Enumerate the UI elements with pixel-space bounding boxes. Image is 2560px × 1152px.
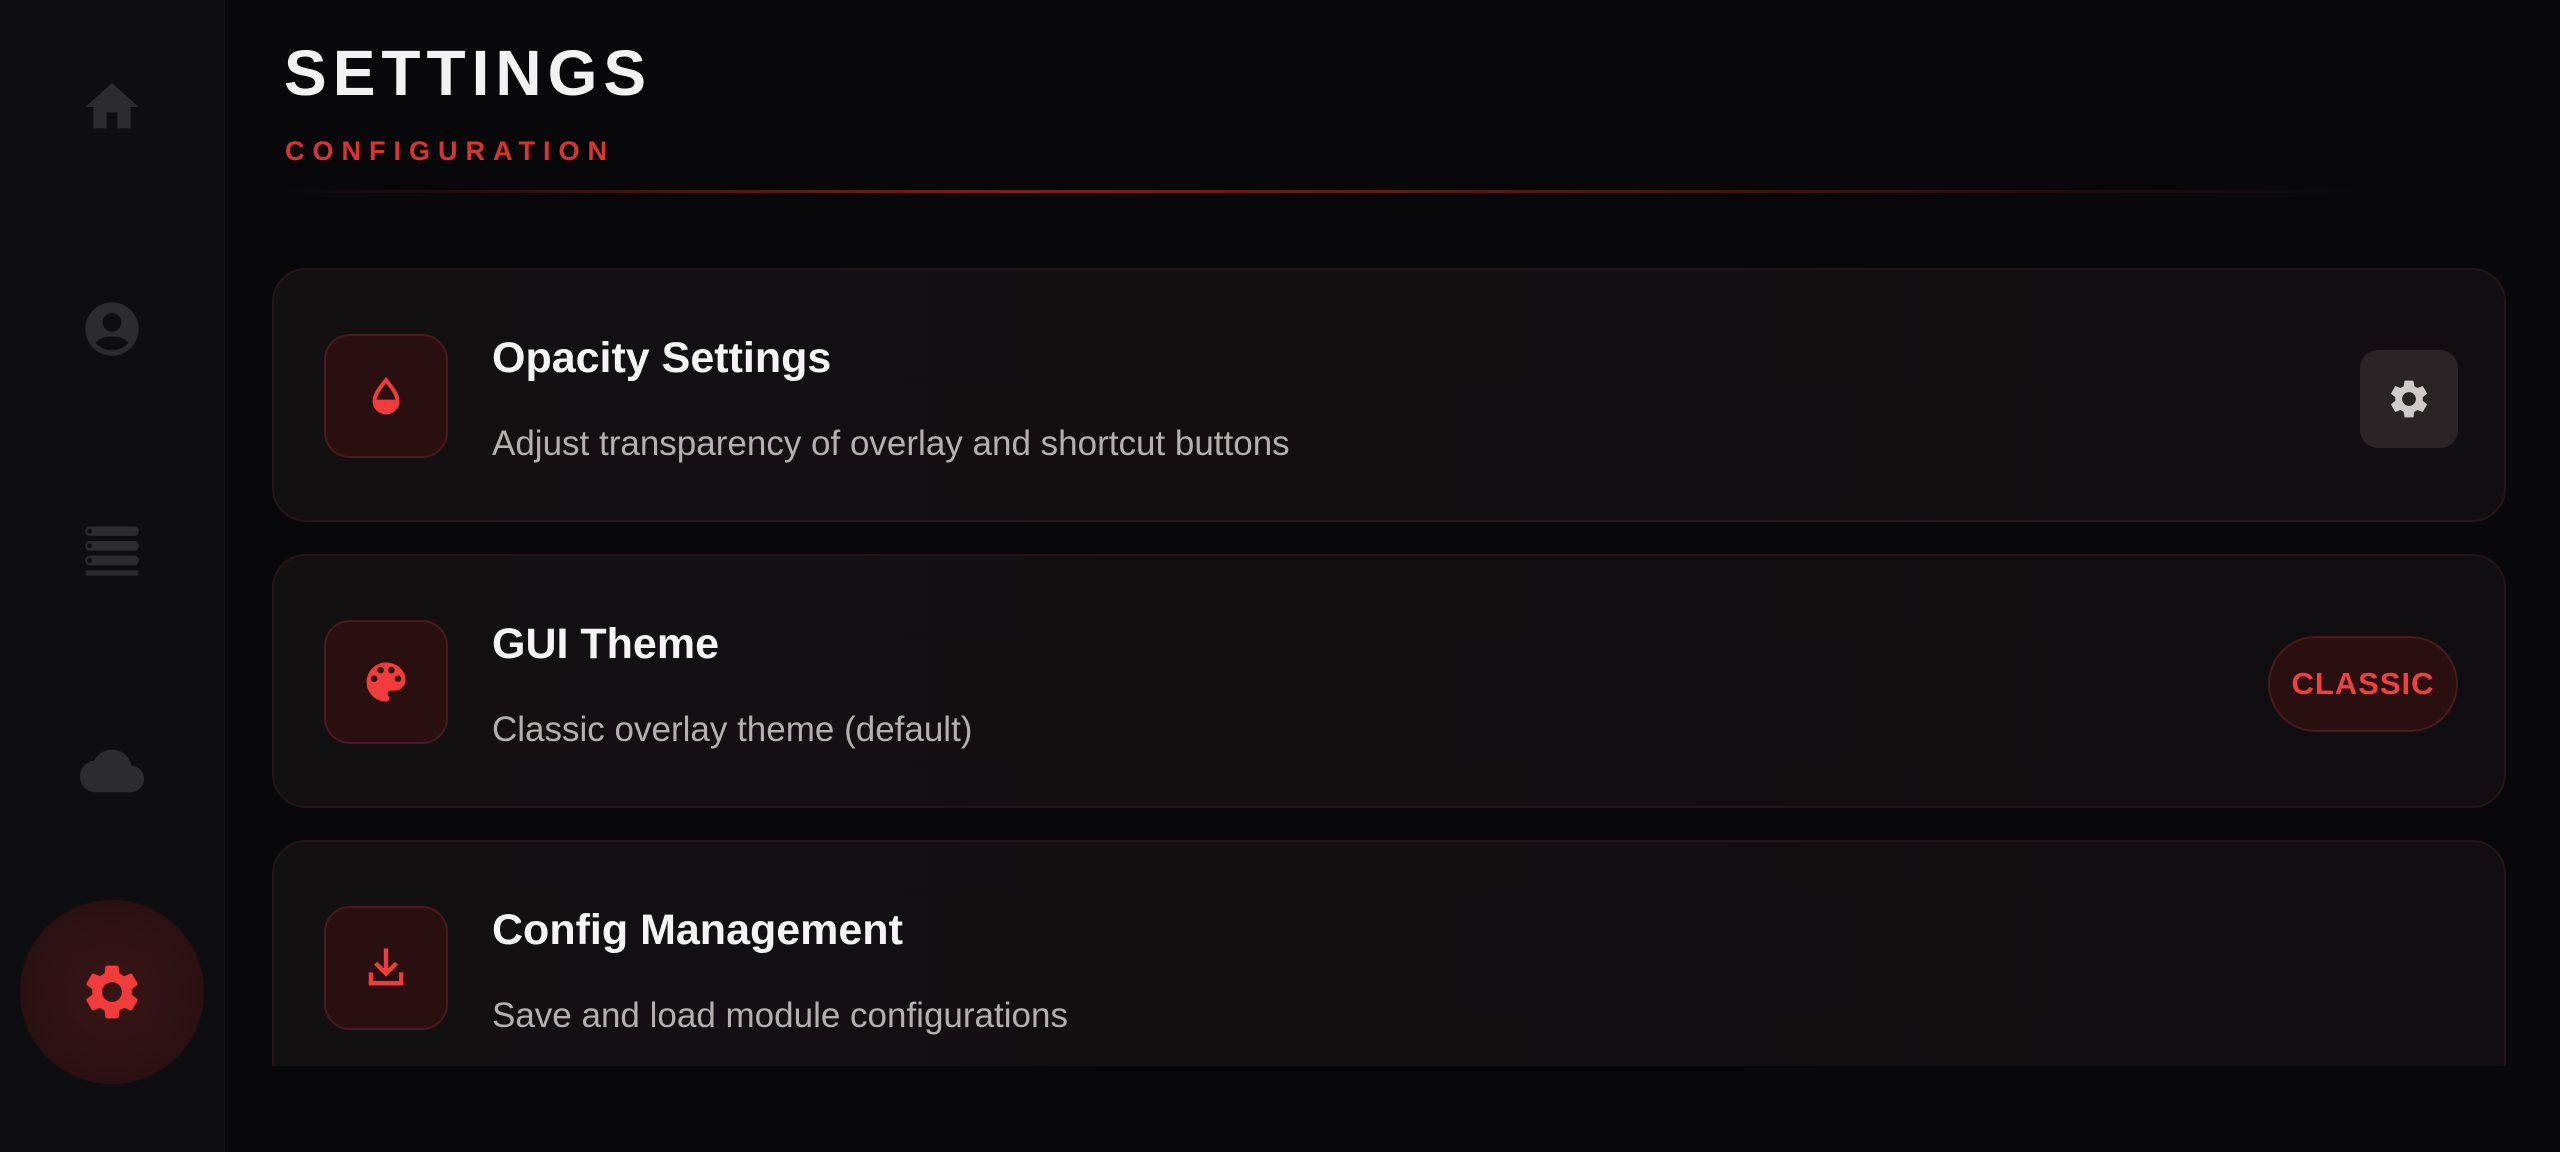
cloud-icon	[80, 749, 144, 793]
card-description: Save and load module configurations	[492, 996, 1068, 1035]
sidebar-item-home[interactable]	[0, 52, 224, 162]
settings-list[interactable]: Opacity Settings Adjust transparency of …	[270, 262, 2510, 1066]
profile-icon	[85, 302, 139, 356]
gui-theme-card[interactable]: GUI Theme Classic overlay theme (default…	[272, 554, 2506, 808]
header-divider	[284, 190, 2364, 193]
card-title: GUI Theme	[492, 620, 719, 668]
opacity-drop-icon	[324, 334, 448, 458]
card-description: Adjust transparency of overlay and short…	[492, 424, 1290, 463]
app-root: SETTINGS CONFIGURATION Opacity Settings …	[0, 0, 2560, 1152]
sidebar-item-cloud[interactable]	[0, 716, 224, 826]
download-icon	[324, 906, 448, 1030]
sidebar-item-settings[interactable]	[20, 900, 204, 1084]
opacity-settings-card[interactable]: Opacity Settings Adjust transparency of …	[272, 268, 2506, 522]
card-description: Classic overlay theme (default)	[492, 710, 973, 749]
opacity-settings-button[interactable]	[2360, 350, 2458, 448]
config-management-card[interactable]: Config Management Save and load module c…	[272, 840, 2506, 1066]
settings-gear-icon	[86, 965, 138, 1019]
sidebar-item-modules[interactable]	[0, 494, 224, 604]
gear-icon	[2391, 380, 2427, 418]
page-title: SETTINGS	[284, 37, 653, 109]
sidebar	[0, 0, 225, 1152]
page-subtitle: CONFIGURATION	[285, 136, 615, 166]
card-title: Opacity Settings	[492, 334, 832, 382]
modules-icon	[85, 526, 139, 576]
sidebar-item-profile[interactable]	[0, 274, 224, 384]
card-title: Config Management	[492, 906, 903, 954]
palette-icon	[324, 620, 448, 744]
theme-select-button[interactable]: CLASSIC	[2268, 636, 2458, 732]
home-icon	[85, 83, 139, 129]
